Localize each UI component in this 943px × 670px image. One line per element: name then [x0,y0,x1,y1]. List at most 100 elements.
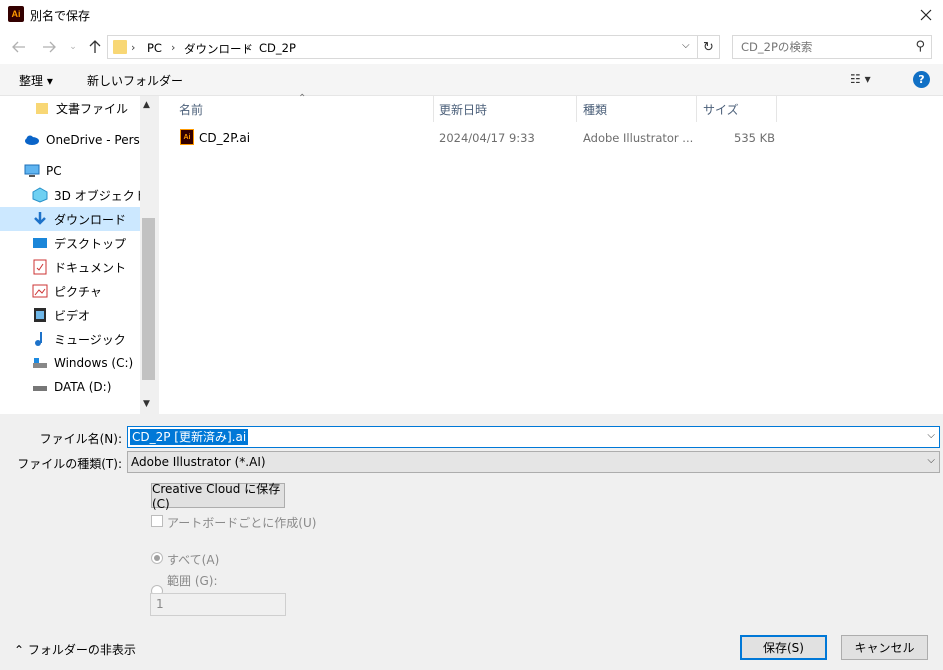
back-arrow-icon [12,41,25,53]
breadcrumb-cd2p[interactable]: CD_2P [259,41,296,55]
search-input[interactable] [733,36,903,58]
desktop-icon [32,235,48,251]
file-name: CD_2P.ai [199,131,251,145]
organize-button[interactable]: 整理 ▾ [19,72,53,89]
sidebar-item-label: ドキュメント [54,260,127,275]
column-divider[interactable] [696,96,697,122]
window-title: 別名で保存 [30,9,91,23]
file-modified: 2024/04/17 9:33 [439,131,535,145]
sidebar-item-label: DATA (D:) [54,380,112,394]
sidebar-item-pc[interactable]: PC [0,159,140,183]
forward-arrow-icon [43,41,56,53]
back-button[interactable] [10,39,28,55]
drive-d-icon [32,379,48,395]
sidebar-item-documents[interactable]: ドキュメント [0,255,140,279]
sidebar-item-drive-c[interactable]: Windows (C:) [0,351,140,375]
sidebar-item-music[interactable]: ミュージック [0,327,140,351]
hide-folders-button[interactable]: ⌃ フォルダーの非表示 [14,641,136,658]
sidebar-item-label: Windows (C:) [54,356,134,370]
picture-icon [32,283,48,299]
file-row[interactable]: Ai CD_2P.ai 2024/04/17 9:33 Adobe Illust… [159,126,799,150]
column-divider[interactable] [576,96,577,122]
search-icon[interactable]: ⚲ [915,39,925,54]
breadcrumb-separator: › [131,41,136,54]
scroll-up-icon[interactable]: ▲ [143,100,150,110]
chevron-down-icon[interactable]: ⌵ [682,40,690,51]
chevron-down-icon: ⌄ [69,42,77,52]
filetype-value: Adobe Illustrator (*.AI) [131,455,266,469]
sidebar-item-documents-folder[interactable]: 文書ファイル [0,96,140,120]
navigation-pane: 文書ファイル OneDrive - Person PC 3D オブジェクト ダウ… [0,96,157,414]
breadcrumb-pc[interactable]: PC [147,41,162,55]
scrollbar-thumb[interactable] [142,218,155,380]
sidebar-item-onedrive[interactable]: OneDrive - Person [0,128,140,152]
artboard-checkbox-label: アートボードごとに作成(U) [167,516,317,530]
title-bar: Ai 別名で保存 [0,0,943,31]
sidebar-item-3d-objects[interactable]: 3D オブジェクト [0,183,140,207]
save-button[interactable]: 保存(S) [740,635,827,660]
document-icon [32,259,48,275]
view-list-icon: ☷ [850,72,861,86]
illustrator-app-icon: Ai [8,6,24,22]
drive-c-icon [32,355,48,371]
help-icon: ? [918,73,925,86]
file-size: 535 KB [734,131,776,145]
sidebar-scrollbar[interactable]: ▲ ▼ [140,96,157,414]
recent-locations-button[interactable]: ⌄ [64,39,82,55]
sidebar-item-downloads[interactable]: ダウンロード [0,207,140,231]
cancel-button[interactable]: キャンセル [841,635,928,660]
radio-all[interactable] [151,552,163,564]
filename-combobox[interactable]: CD_2P [更新済み].ai ⌵ [127,426,940,448]
video-icon [32,307,48,323]
sort-ascending-icon: ⌃ [298,93,307,104]
range-input[interactable]: 1 [150,593,286,616]
view-options-button[interactable]: ☷ ▾ [850,72,871,86]
sidebar-item-label: 文書ファイル [56,101,129,116]
up-arrow-icon [89,40,101,53]
refresh-button[interactable]: ↻ [698,35,720,59]
refresh-icon: ↻ [703,39,714,55]
folder-icon [34,100,50,116]
column-header-type[interactable]: 種類 [583,101,607,118]
cloud-icon [24,132,40,148]
filename-label: ファイル名(N): [39,432,122,446]
new-folder-button[interactable]: 新しいフォルダー [87,72,183,89]
file-list: ⌃ 名前 更新日時 種類 サイズ Ai CD_2P.ai 2024/04/17 … [159,93,943,414]
sidebar-item-videos[interactable]: ビデオ [0,303,140,327]
pc-icon [24,163,40,179]
chevron-up-icon: ⌃ [14,643,25,657]
address-bar[interactable]: › PC › ダウンロード › CD_2P ⌵ [107,35,698,59]
chevron-down-icon[interactable]: ⌵ [927,430,935,441]
sidebar-item-desktop[interactable]: デスクトップ [0,231,140,255]
illustrator-file-icon: Ai [180,129,194,145]
sidebar-item-label: ミュージック [54,332,126,347]
column-divider[interactable] [776,96,777,122]
scroll-down-icon[interactable]: ▼ [143,399,150,409]
forward-button[interactable] [40,39,58,55]
sidebar-item-label: ダウンロード [54,212,127,227]
save-to-creative-cloud-button[interactable]: Creative Cloud に保存(C) [151,482,285,511]
search-box[interactable]: ⚲ [732,35,932,59]
breadcrumb-downloads[interactable]: ダウンロード [184,41,253,57]
sidebar-item-label: ピクチャ [54,284,102,299]
column-header-modified[interactable]: 更新日時 [439,101,487,118]
command-bar: 整理 ▾ 新しいフォルダー ☷ ▾ ? [0,64,943,96]
filetype-label: ファイルの種類(T): [17,457,122,471]
close-button[interactable] [912,3,940,27]
artboard-checkbox[interactable] [151,515,163,527]
help-button[interactable]: ? [913,71,930,88]
radio-all-label: すべて(A) [167,553,220,567]
sidebar-item-drive-d[interactable]: DATA (D:) [0,375,140,399]
column-header-name[interactable]: 名前 [179,101,203,118]
up-button[interactable] [86,39,104,55]
filetype-select[interactable]: Adobe Illustrator (*.AI) ⌵ [127,451,940,473]
filename-input[interactable]: CD_2P [更新済み].ai [130,429,249,445]
sidebar-item-label: ビデオ [54,308,91,323]
sidebar-item-pictures[interactable]: ピクチャ [0,279,140,303]
sidebar-item-label: OneDrive - Person [46,133,140,147]
chevron-down-icon[interactable]: ⌵ [927,455,935,466]
radio-range-label: 範囲 (G): [167,574,218,588]
column-header-size[interactable]: サイズ [703,101,739,118]
column-divider[interactable] [433,96,434,122]
sidebar-item-label: PC [46,164,62,178]
